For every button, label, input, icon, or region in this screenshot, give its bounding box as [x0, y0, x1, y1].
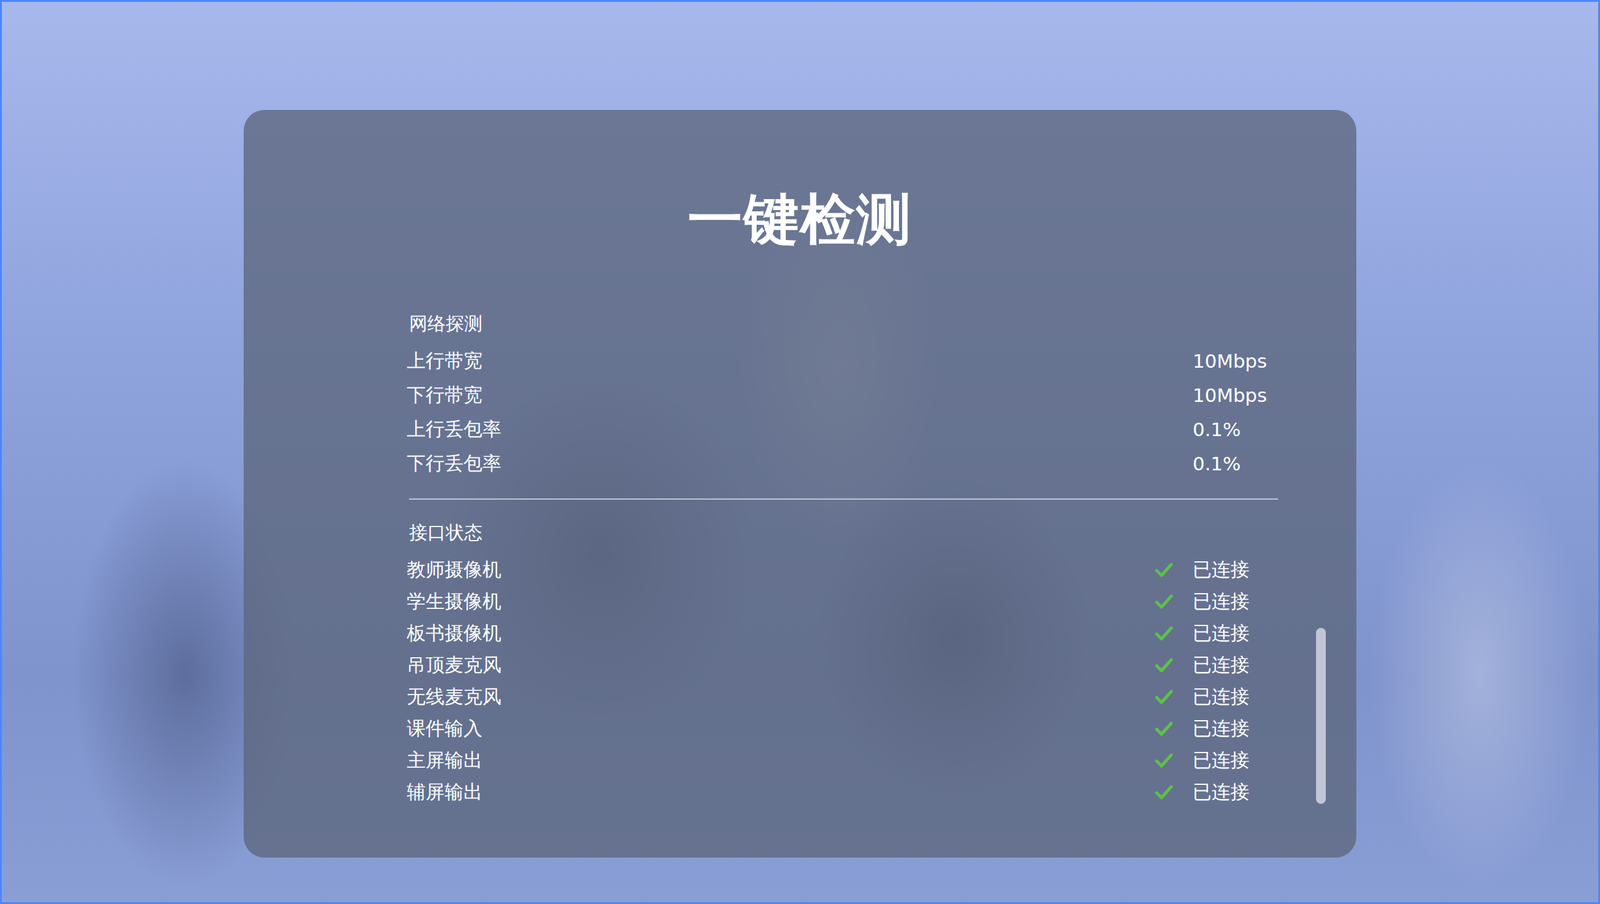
- check-icon: [1154, 625, 1174, 642]
- status-text: 已连接: [1192, 556, 1279, 583]
- interface-row: 主屏输出 已连接: [406, 744, 1279, 777]
- check-icon: [1154, 784, 1174, 800]
- row-label: 下行丢包率: [406, 450, 1155, 477]
- divider: [409, 498, 1279, 500]
- row-value: 0.1%: [1192, 452, 1279, 475]
- status-text: 已连接: [1192, 747, 1279, 774]
- check-panel: 一键检测网络探测上行带宽10Mbps下行带宽10Mbps上行丢包率0.1%下行丢…: [243, 109, 1357, 858]
- check-icon: [1154, 720, 1174, 737]
- network-row: 上行丢包率 0.1%: [406, 412, 1279, 447]
- interface-rows: 教师摄像机已连接学生摄像机已连接板书摄像机已连接吊顶麦克风已连接无线麦克风已连接…: [406, 553, 1279, 808]
- row-value: 0.1%: [1192, 418, 1279, 441]
- row-label: 板书摄像机: [406, 620, 1155, 647]
- interface-row: 无线麦克风 已连接: [406, 680, 1279, 713]
- row-value: 10Mbps: [1192, 349, 1279, 372]
- row-label: 辅屏输出: [406, 779, 1155, 805]
- screen: 一键检测网络探测上行带宽10Mbps下行带宽10Mbps上行丢包率0.1%下行丢…: [0, 0, 1600, 904]
- interface-row: 教师摄像机 已连接: [406, 553, 1279, 586]
- row-label: 教师摄像机: [406, 556, 1155, 583]
- row-value: 10Mbps: [1192, 384, 1279, 407]
- network-row: 下行丢包率 0.1%: [406, 446, 1279, 481]
- interface-section: 接口状态教师摄像机已连接学生摄像机已连接板书摄像机已连接吊顶麦克风已连接无线麦克…: [406, 520, 1279, 808]
- row-label: 上行带宽: [406, 348, 1155, 374]
- interface-row: 课件输入 已连接: [406, 712, 1279, 745]
- check-icon: [1154, 752, 1174, 769]
- check-icon: [1154, 561, 1174, 578]
- row-label: 上行丢包率: [406, 416, 1155, 443]
- scrollbar-thumb[interactable]: [1316, 627, 1326, 804]
- section-title: 接口状态: [406, 520, 1279, 545]
- row-label: 学生摄像机: [406, 588, 1155, 615]
- status-text: 已连接: [1192, 779, 1279, 805]
- interface-row: 学生摄像机 已连接: [406, 585, 1279, 618]
- network-rows: 上行带宽 10Mbps 下行带宽 10Mbps 上行丢包率 0.1% 下行丢包率 0.1%: [406, 343, 1279, 481]
- interface-row: 板书摄像机 已连接: [406, 617, 1279, 650]
- check-icon: [1154, 657, 1174, 673]
- row-label: 课件输入: [406, 715, 1155, 742]
- check-icon: [1154, 688, 1174, 705]
- check-icon: [1154, 593, 1174, 610]
- panel-title: 一键检测: [321, 185, 1279, 253]
- row-label: 下行带宽: [406, 382, 1155, 408]
- row-label: 吊顶麦克风: [406, 652, 1155, 678]
- status-text: 已连接: [1192, 683, 1279, 710]
- status-text: 已连接: [1192, 715, 1279, 742]
- interface-row: 辅屏输出 已连接: [406, 776, 1279, 808]
- network-row: 上行带宽 10Mbps: [406, 343, 1279, 379]
- status-text: 已连接: [1192, 620, 1279, 647]
- status-text: 已连接: [1192, 652, 1279, 678]
- interface-row: 吊顶麦克风 已连接: [406, 649, 1279, 681]
- network-row: 下行带宽 10Mbps: [406, 378, 1279, 413]
- status-text: 已连接: [1192, 588, 1279, 615]
- section-title: 网络探测: [406, 311, 1279, 336]
- network-section: 网络探测上行带宽 10Mbps 下行带宽 10Mbps 上行丢包率 0.1% 下行丢包率 0.…: [406, 311, 1279, 481]
- row-label: 主屏输出: [406, 747, 1155, 774]
- row-label: 无线麦克风: [406, 683, 1155, 710]
